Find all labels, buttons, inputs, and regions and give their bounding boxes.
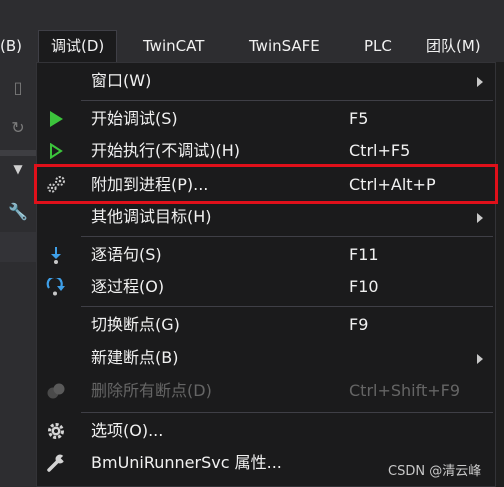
debug-menu-dropdown: 窗口(W) 开始调试(S) F5 开始执行(不调试)(H) Ctrl+F5 附加… xyxy=(36,62,496,487)
menu-item-label: 逐过程(O) xyxy=(91,277,165,296)
menu-separator xyxy=(81,100,493,101)
wrench-icon xyxy=(45,453,67,473)
menu-item-shortcut: F10 xyxy=(349,277,379,296)
dropdown-arrow-icon: ▼ xyxy=(13,162,23,176)
menu-item-shortcut: F9 xyxy=(349,315,369,334)
refresh-icon: ↻ xyxy=(11,118,25,137)
menu-item-label: 其他调试目标(H) xyxy=(91,207,212,226)
menu-separator xyxy=(81,236,493,237)
menu-item-options[interactable]: 选项(O)... xyxy=(37,415,495,447)
menu-item-label: 开始调试(S) xyxy=(91,109,178,128)
menu-item-label: 新建断点(B) xyxy=(91,348,179,367)
editor-edge xyxy=(496,62,504,487)
menu-item-delete-all-breakpoints: 删除所有断点(D) Ctrl+Shift+F9 xyxy=(37,375,495,407)
menu-item-label: 窗口(W) xyxy=(91,71,152,90)
menu-item-shortcut: F11 xyxy=(349,245,379,264)
menu-bar: (B) 调试(D) TwinCAT TwinSAFE PLC 团队(M) xyxy=(0,30,504,62)
menu-item-label: 逐语句(S) xyxy=(91,245,162,264)
tab-strip xyxy=(0,232,36,262)
menu-separator xyxy=(81,306,493,307)
toolbar-divider xyxy=(0,150,36,156)
menu-item-label: 切换断点(G) xyxy=(91,315,180,334)
toolbar-strip: ▯ ↻ ▼ 🔧 xyxy=(0,62,36,487)
gear-icon xyxy=(45,421,67,441)
menu-item-window[interactable]: 窗口(W) xyxy=(37,65,495,97)
menu-separator xyxy=(81,412,493,413)
menu-item-start-debugging[interactable]: 开始调试(S) F5 xyxy=(37,103,495,135)
menu-item-label: 删除所有断点(D) xyxy=(91,381,212,400)
menu-twinsafe[interactable]: TwinSAFE xyxy=(249,30,320,62)
menu-item-toggle-breakpoint[interactable]: 切换断点(G) F9 xyxy=(37,309,495,341)
toolbar-icon: ▯ xyxy=(13,78,23,97)
menu-plc[interactable]: PLC xyxy=(364,30,392,62)
menu-item-label: 开始执行(不调试)(H) xyxy=(91,141,241,160)
menu-item-new-breakpoint[interactable]: 新建断点(B) xyxy=(37,342,495,374)
submenu-arrow-icon xyxy=(477,354,483,364)
watermark: CSDN @清云峰 xyxy=(388,464,482,479)
menu-item-shortcut: F5 xyxy=(349,109,369,128)
menu-item-step-into[interactable]: 逐语句(S) F11 xyxy=(37,239,495,271)
menu-item-other-debug-targets[interactable]: 其他调试目标(H) xyxy=(37,201,495,233)
menu-item-shortcut: Ctrl+Shift+F9 xyxy=(349,381,461,400)
step-over-icon xyxy=(45,277,67,297)
play-icon xyxy=(45,109,67,129)
highlight-annotation xyxy=(34,164,498,204)
menu-item-start-without-debugging[interactable]: 开始执行(不调试)(H) Ctrl+F5 xyxy=(37,135,495,167)
menu-item-step-over[interactable]: 逐过程(O) F10 xyxy=(37,271,495,303)
menu-item-shortcut: Ctrl+F5 xyxy=(349,141,411,160)
menu-twincat[interactable]: TwinCAT xyxy=(143,30,204,62)
wrench-icon: 🔧 xyxy=(8,202,28,221)
menu-build[interactable]: (B) xyxy=(0,30,22,62)
submenu-arrow-icon xyxy=(477,213,483,223)
menu-item-label: BmUniRunnerSvc 属性... xyxy=(91,453,282,472)
submenu-arrow-icon xyxy=(477,77,483,87)
play-outline-icon xyxy=(45,141,67,161)
menu-team[interactable]: 团队(M) xyxy=(426,30,481,62)
step-into-icon xyxy=(45,245,67,265)
menu-item-label: 选项(O)... xyxy=(91,421,164,440)
delete-breakpoints-icon xyxy=(45,381,67,401)
menu-debug[interactable]: 调试(D) xyxy=(38,30,118,62)
